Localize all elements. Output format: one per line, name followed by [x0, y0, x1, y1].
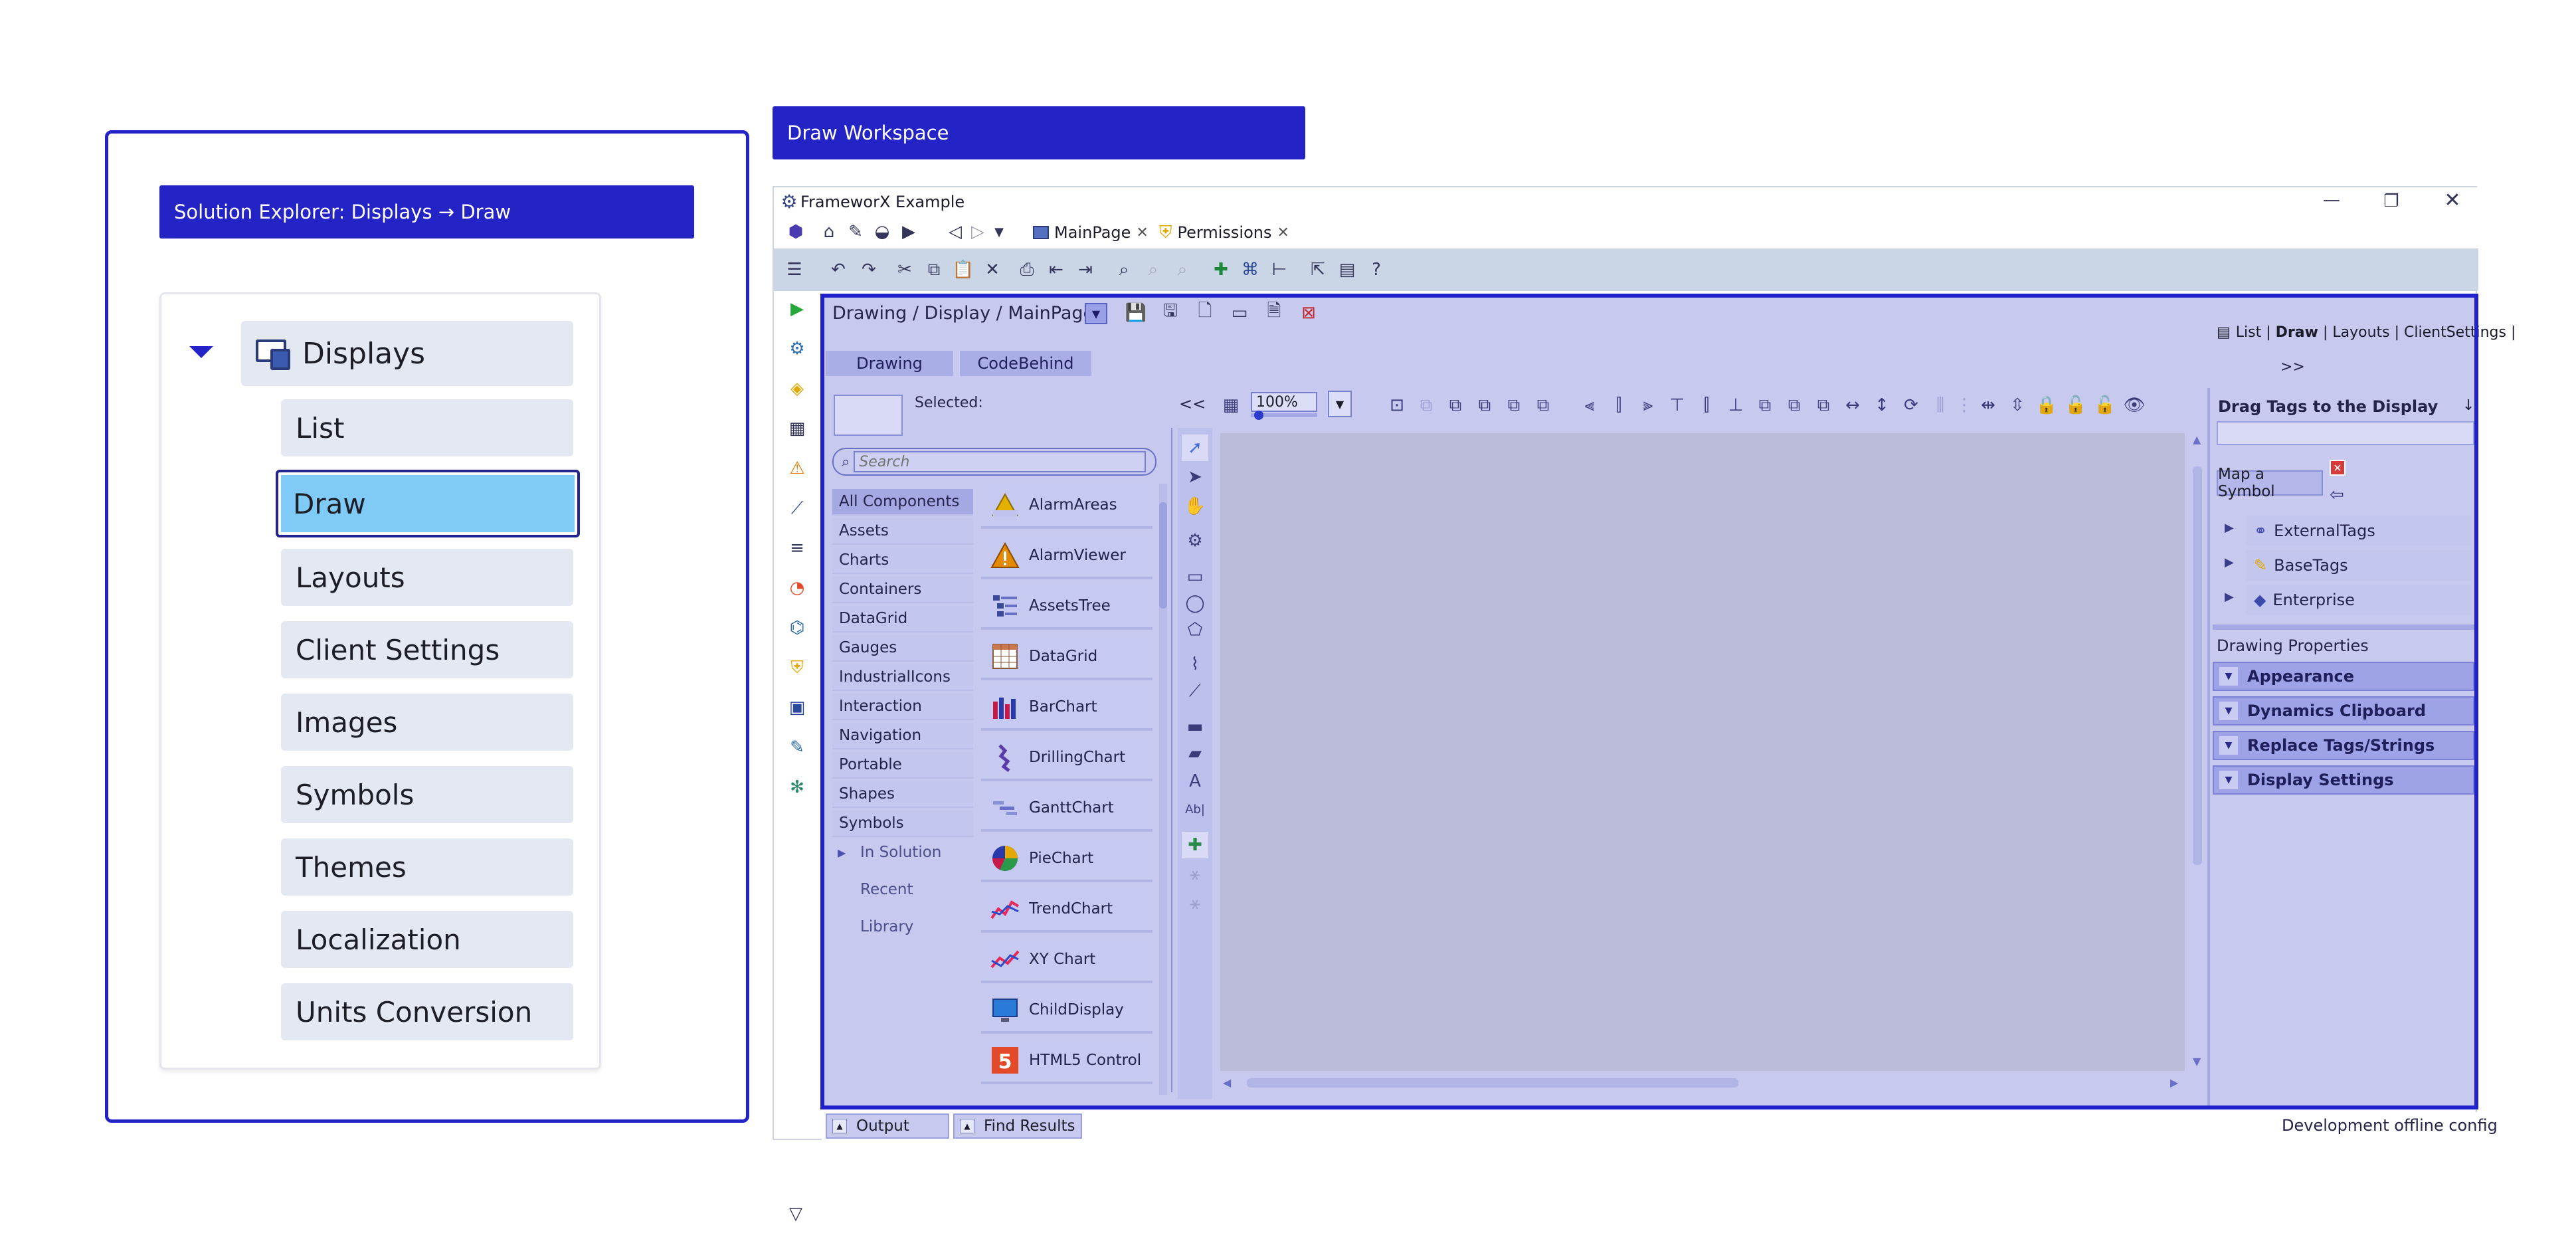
filter-icon[interactable]: ▽ — [784, 1202, 807, 1225]
draw-workspace-callout: Draw Workspace — [773, 106, 1305, 159]
scripts-icon[interactable]: ⌬ — [786, 617, 808, 639]
restore-icon[interactable]: ❐ — [2380, 190, 2403, 213]
paint-icon[interactable]: ◒ — [871, 221, 893, 243]
displays-icon — [256, 336, 293, 371]
status-text: Development offline config — [2282, 1116, 2498, 1135]
tab-mainpage[interactable]: MainPage ✕ — [1033, 222, 1149, 243]
add-tag-icon[interactable]: ✚ — [1210, 258, 1232, 281]
home-icon[interactable]: ⌂ — [818, 221, 840, 243]
tree-item-draw[interactable]: Draw — [276, 470, 580, 537]
hierarchy-icon[interactable]: ⊢ — [1268, 258, 1291, 281]
tree-item-list[interactable]: List — [281, 399, 573, 456]
app-window: ⚙ FrameworX Example — ❐ ✕ ⬢ ⌂ ✎ ◒ ▶ ◁ ▷ … — [773, 186, 2516, 1224]
close-window-icon[interactable]: ✕ — [2441, 189, 2464, 212]
datasets-icon[interactable]: ≡ — [786, 537, 808, 559]
run-icon[interactable]: ▶ — [897, 221, 920, 243]
find-next-icon[interactable]: ⌕ — [1142, 258, 1164, 281]
tags-icon[interactable]: ⌘ — [1239, 258, 1261, 281]
comment-icon[interactable]: ▤ — [1336, 258, 1358, 281]
tab-close-icon[interactable]: ✕ — [1277, 225, 1289, 241]
copy-icon[interactable]: ⧉ — [923, 258, 945, 281]
forward-icon[interactable]: ▷ — [966, 221, 989, 243]
solution-explorer-callout: Solution Explorer: Displays → Draw — [159, 185, 694, 239]
shield-icon: ⛨ — [1159, 222, 1172, 242]
tree-item-localization[interactable]: Localization — [281, 911, 573, 968]
redo-icon[interactable]: ↷ — [858, 258, 880, 281]
import-icon[interactable]: ⇤ — [1045, 258, 1067, 281]
nav-tab-bar: ⬢ ⌂ ✎ ◒ ▶ ◁ ▷ ▼ MainPage ✕ ⛨ Permissions… — [774, 215, 2478, 248]
display-icon — [1033, 226, 1049, 239]
title-bar: ⚙ FrameworX Example — ❐ ✕ — [774, 187, 2478, 215]
tree-item-client-settings[interactable]: Client Settings — [281, 621, 573, 678]
menu-icon[interactable]: ☰ — [783, 258, 806, 281]
tree-item-symbols[interactable]: Symbols — [281, 766, 573, 823]
tab-mainpage-label: MainPage — [1054, 223, 1131, 242]
find-icon[interactable]: ⌕ — [1113, 258, 1135, 281]
reports-icon[interactable]: ◔ — [786, 577, 808, 599]
side-icon-strip: ▶ ⚙ ◈ ▦ ⚠ ⟋ ≡ ◔ ⌬ ⛨ ▣ ✎ ✻ ▽ — [774, 291, 820, 1224]
tab-permissions[interactable]: ⛨ Permissions ✕ — [1159, 222, 1289, 243]
tree-item-images[interactable]: Images — [281, 694, 573, 751]
app-gear-icon: ⚙ — [781, 190, 798, 213]
alarms-icon[interactable]: ⚠ — [786, 457, 808, 480]
cube-icon[interactable]: ⬢ — [784, 221, 807, 243]
unified-namespace-icon[interactable]: ◈ — [786, 377, 808, 400]
tree-root-label: Displays — [302, 336, 426, 371]
find-previous-icon[interactable]: ⌕ — [1171, 258, 1194, 281]
open-external-icon[interactable]: ⇱ — [1307, 258, 1329, 281]
extensions-icon[interactable]: ✻ — [786, 776, 808, 799]
displays-side-icon[interactable]: ▣ — [786, 696, 808, 719]
tree-root-displays[interactable]: Displays — [241, 321, 573, 386]
workspace-highlight — [820, 294, 2478, 1109]
tree-item-units-conversion[interactable]: Units Conversion — [281, 983, 573, 1040]
run-startup-icon[interactable]: ▶ — [786, 298, 808, 320]
cut-icon[interactable]: ✂ — [893, 258, 916, 281]
tab-close-icon[interactable]: ✕ — [1136, 225, 1148, 241]
paste-icon[interactable]: 📋 — [952, 258, 974, 281]
tab-permissions-label: Permissions — [1177, 223, 1272, 242]
export-icon[interactable]: ⇥ — [1074, 258, 1097, 281]
minimize-icon[interactable]: — — [2320, 189, 2343, 211]
expand-up-icon: ▲ — [832, 1119, 847, 1133]
bottom-bar: ▲ Output ▲ Find Results Development offl… — [822, 1112, 2498, 1140]
settings-icon[interactable]: ⚙ — [786, 337, 808, 360]
back-icon[interactable]: ◁ — [944, 221, 966, 243]
output-tab[interactable]: ▲ Output — [826, 1113, 949, 1139]
undo-icon[interactable]: ↶ — [827, 258, 850, 281]
delete-icon[interactable]: ✕ — [981, 258, 1004, 281]
tools-icon[interactable]: ✎ — [786, 736, 808, 759]
security-icon[interactable]: ⛨ — [786, 656, 808, 679]
historian-icon[interactable]: ⟋ — [786, 497, 808, 520]
tree-item-themes[interactable]: Themes — [281, 838, 573, 896]
tree-item-layouts[interactable]: Layouts — [281, 549, 573, 606]
devices-icon[interactable]: ▦ — [786, 417, 808, 440]
history-dropdown-icon[interactable]: ▼ — [988, 221, 1010, 243]
displays-tree: Displays List Draw Layouts Client Settin… — [159, 292, 601, 1070]
window-title: FrameworX Example — [800, 193, 965, 211]
print-icon[interactable]: ⎙ — [1016, 258, 1038, 281]
nav-separator: | — [2506, 324, 2516, 341]
main-toolbar: ☰ ↶ ↷ ✂ ⧉ 📋 ✕ ⎙ ⇤ ⇥ ⌕ ⌕ ⌕ ✚ ⌘ ⊢ ⇱ ▤ ? — [774, 248, 2478, 291]
help-icon[interactable]: ? — [1365, 258, 1388, 281]
tag-icon[interactable]: ✎ — [844, 221, 867, 243]
find-results-tab[interactable]: ▲ Find Results — [953, 1113, 1082, 1139]
collapse-arrow-icon[interactable] — [189, 346, 213, 358]
expand-up-icon: ▲ — [960, 1119, 974, 1133]
